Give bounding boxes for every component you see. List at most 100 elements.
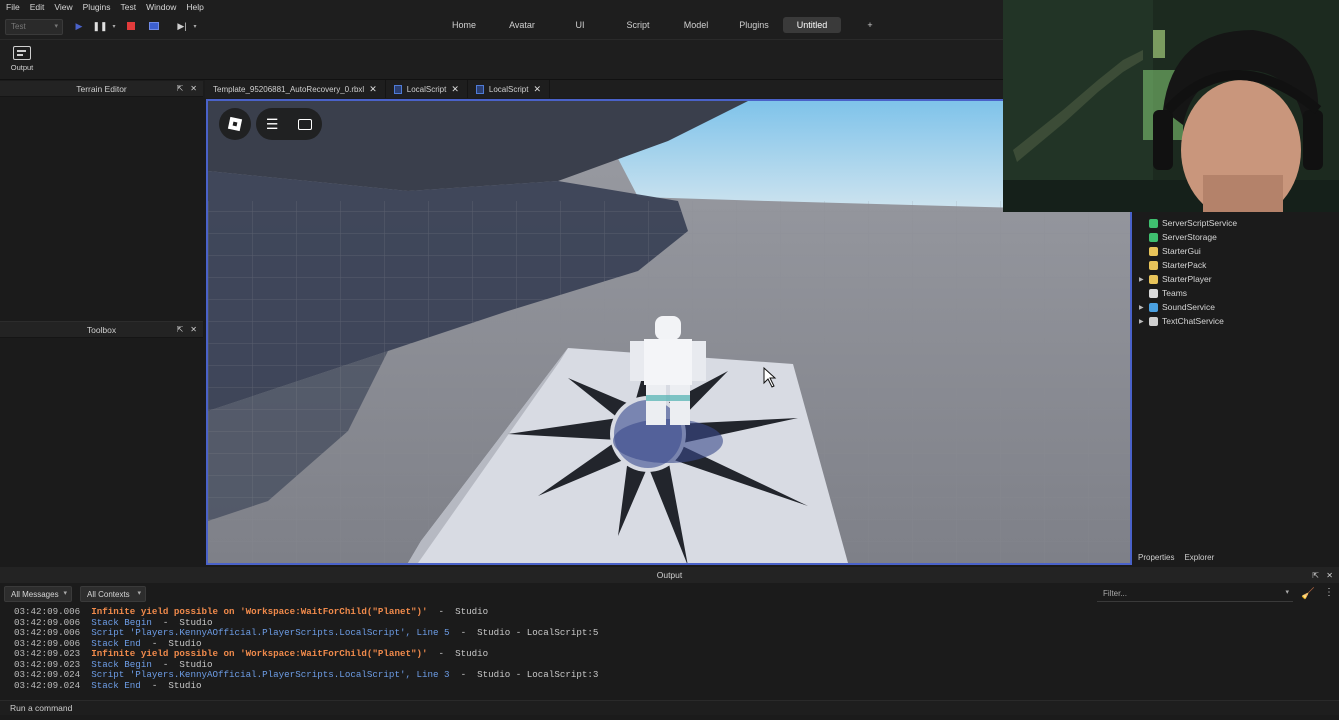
menu-item-test[interactable]: Test [121, 2, 137, 12]
messages-filter-dropdown[interactable]: All Messages ▾ [4, 586, 72, 602]
explorer-item[interactable]: ServerScriptService [1139, 216, 1237, 230]
chevron-down-icon: ▾ [54, 23, 58, 30]
ribbon-tabs: Home Avatar UI Script Model Plugins Untitled + [435, 17, 899, 33]
folder-icon [1149, 274, 1158, 284]
explorer-item[interactable]: ▶ SoundService [1139, 300, 1215, 314]
log-line: 03:42:09.024 Script 'Players.KennyAOffic… [14, 669, 1314, 681]
ribbon-tab-plugins[interactable]: Plugins [725, 17, 783, 33]
hud-buttons: ☰ [256, 108, 322, 140]
undock-icon[interactable]: ⇱ [177, 325, 184, 334]
explorer-item[interactable]: ServerStorage [1139, 230, 1217, 244]
ribbon-tab-untitled[interactable]: Untitled [783, 17, 841, 33]
toolbox-title: Toolbox [86, 324, 117, 335]
log-source: - Studio [427, 606, 489, 617]
terrain-editor-body [0, 97, 203, 321]
output-button[interactable]: Output [8, 44, 36, 72]
expand-arrow-icon[interactable]: ▶ [1139, 276, 1145, 283]
log-timestamp: 03:42:09.006 [14, 616, 92, 628]
explorer-item-label: StarterPack [1162, 260, 1207, 270]
client-server-icon[interactable] [147, 19, 161, 33]
log-message: Script 'Players.KennyAOfficial.PlayerScr… [91, 627, 450, 638]
document-tab-label: Template_95206881_AutoRecovery_0.rbxl [213, 84, 365, 94]
close-icon[interactable]: ✕ [190, 325, 197, 334]
test-mode-select[interactable]: Test ▾ [5, 19, 63, 35]
log-source: - Studio [151, 616, 213, 628]
play-icon[interactable]: ▶ [72, 19, 86, 33]
roblox-menu-button[interactable] [219, 108, 251, 140]
explorer-item[interactable]: ▶ StarterPlayer [1139, 272, 1212, 286]
server-script-icon [1149, 218, 1158, 228]
hamburger-menu-icon[interactable]: ☰ [266, 117, 279, 131]
close-icon[interactable]: ✕ [369, 84, 377, 95]
expand-arrow-icon[interactable]: ▶ [1139, 304, 1145, 311]
explorer-item[interactable]: StarterGui [1139, 244, 1201, 258]
explorer-item-label: StarterPlayer [1162, 274, 1212, 284]
close-icon[interactable]: ✕ [1326, 571, 1333, 580]
menu-item-help[interactable]: Help [186, 2, 203, 12]
log-message: Stack End [91, 679, 141, 691]
explorer-item-label: StarterGui [1162, 246, 1201, 256]
close-icon[interactable]: ✕ [190, 84, 197, 93]
tab-explorer[interactable]: Explorer [1184, 553, 1214, 562]
chevron-down-icon[interactable]: ▾ [188, 19, 202, 33]
sound-icon [1149, 302, 1158, 312]
menu-item-window[interactable]: Window [146, 2, 176, 12]
output-header: Output ⇱ ✕ [0, 567, 1339, 583]
output-icon [13, 46, 31, 60]
chevron-down-icon: ▾ [63, 590, 67, 597]
folder-icon [1149, 260, 1158, 270]
log-timestamp: 03:42:09.006 [14, 627, 92, 638]
log-line: 03:42:09.024 Stack End - Studio [14, 679, 1314, 692]
undock-icon[interactable]: ⇱ [177, 84, 184, 93]
step-icon[interactable]: ▶| [175, 19, 189, 33]
undock-icon[interactable]: ⇱ [1312, 571, 1319, 580]
log-timestamp: 03:42:09.006 [14, 606, 92, 617]
ribbon-tab-avatar[interactable]: Avatar [493, 17, 551, 33]
scene-render [208, 101, 1130, 563]
terrain-editor-header: Terrain Editor ⇱ ✕ [0, 81, 203, 97]
command-bar[interactable]: Run a command [0, 700, 1339, 715]
chat-icon [1149, 316, 1158, 326]
menu-item-file[interactable]: File [6, 2, 20, 12]
game-viewport[interactable] [206, 99, 1132, 565]
explorer-tree: ServerScriptService ServerStorage StarterG… [1133, 212, 1339, 552]
close-icon[interactable]: ✕ [451, 84, 459, 95]
server-storage-icon [1149, 232, 1158, 242]
document-tab[interactable]: LocalScript ✕ [386, 80, 468, 98]
menu-item-edit[interactable]: Edit [30, 2, 45, 12]
explorer-item[interactable]: StarterPack [1139, 258, 1206, 272]
chevron-down-icon[interactable]: ▾ [107, 19, 121, 33]
messages-filter-value: All Messages [11, 590, 59, 599]
output-filter-input[interactable]: Filter... ▾ [1097, 586, 1293, 602]
explorer-item[interactable]: ▶ TextChatService [1139, 314, 1224, 328]
tab-properties[interactable]: Properties [1138, 553, 1174, 562]
log-message: Stack Begin [91, 658, 152, 670]
ribbon-tab-model[interactable]: Model [667, 17, 725, 33]
ribbon-tab-script[interactable]: Script [609, 17, 667, 33]
menu-item-view[interactable]: View [54, 2, 72, 12]
contexts-filter-dropdown[interactable]: All Contexts ▾ [80, 586, 146, 602]
add-tab-button[interactable]: + [841, 17, 899, 33]
document-tab[interactable]: Template_95206881_AutoRecovery_0.rbxl ✕ [205, 80, 386, 98]
close-icon[interactable]: ✕ [533, 84, 541, 95]
pause-icon[interactable]: ❚❚ [92, 19, 107, 33]
chevron-down-icon[interactable]: ▾ [1285, 588, 1289, 596]
ribbon-tab-ui[interactable]: UI [551, 17, 609, 33]
chat-icon[interactable] [298, 118, 313, 130]
toolbox-header: Toolbox ⇱ ✕ [0, 322, 203, 338]
contexts-filter-value: All Contexts [87, 590, 130, 599]
webcam-image [1003, 0, 1339, 212]
menu-item-plugins[interactable]: Plugins [83, 2, 111, 12]
log-timestamp: 03:42:09.023 [14, 658, 92, 670]
properties-explorer-tabs: Properties Explorer [1133, 549, 1339, 565]
expand-arrow-icon[interactable]: ▶ [1139, 318, 1145, 325]
document-tab[interactable]: LocalScript ✕ [468, 80, 551, 98]
stop-icon[interactable] [124, 19, 138, 33]
more-options-icon[interactable]: ⋮ [1324, 587, 1334, 598]
document-tab-label: LocalScript [406, 84, 447, 94]
clear-output-icon[interactable]: 🧹 [1301, 587, 1315, 600]
terrain-editor-panel: Terrain Editor ⇱ ✕ [0, 81, 203, 321]
ribbon-tab-home[interactable]: Home [435, 17, 493, 33]
explorer-item[interactable]: Teams [1139, 286, 1187, 300]
log-message: Stack End [91, 637, 141, 649]
